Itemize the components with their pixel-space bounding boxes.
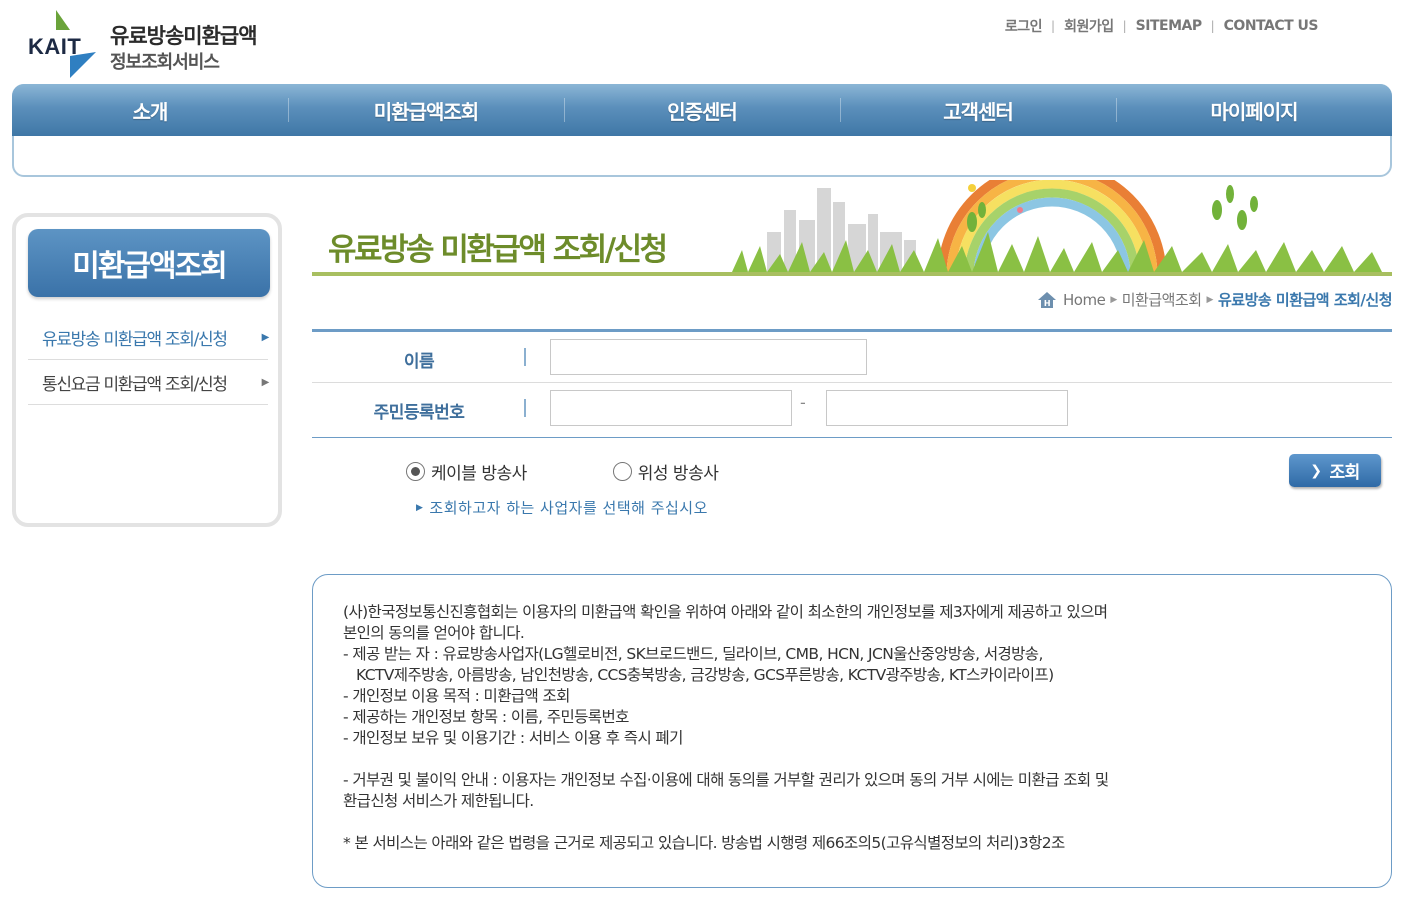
notice-body: (사)한국정보통신진흥협회는 이용자의 미환급액 확인을 위하여 아래와 같이 … bbox=[343, 602, 1373, 854]
notice-line: - 제공 받는 자 : 유료방송사업자(LG헬로비전, SK브로드밴드, 딜라이… bbox=[343, 645, 1043, 663]
radio-satellite-label: 위성 방송사 bbox=[637, 464, 719, 484]
arrow-right-icon: ▶ bbox=[261, 376, 270, 388]
nav-customer-center[interactable]: 고객센터 bbox=[840, 84, 1116, 136]
name-input[interactable] bbox=[550, 339, 867, 375]
form-row-rrn: 주민등록번호 - bbox=[312, 383, 1392, 438]
login-link[interactable]: 로그인 bbox=[1005, 16, 1043, 36]
caret-right-icon: ▶ bbox=[416, 502, 424, 513]
notice-line: - 개인정보 이용 목적 : 미환급액 조회 bbox=[343, 687, 570, 705]
home-icon: H bbox=[1038, 291, 1057, 308]
logo-subtitle: 정보조회서비스 bbox=[110, 52, 220, 73]
nav-auth-center[interactable]: 인증센터 bbox=[564, 84, 840, 136]
broadcaster-type-group: 케이블 방송사 위성 방송사 bbox=[406, 459, 719, 484]
utility-links: 로그인 | 회원가입 | SITEMAP | CONTACT US bbox=[1005, 16, 1319, 36]
rrn-label: 주민등록번호 bbox=[373, 403, 465, 423]
search-button-label: 조회 bbox=[1329, 463, 1360, 483]
main-navigation: 소개 미환급액조회 인증센터 고객센터 마이페이지 bbox=[12, 84, 1392, 136]
nav-mypage[interactable]: 마이페이지 bbox=[1116, 84, 1392, 136]
contact-link[interactable]: CONTACT US bbox=[1224, 18, 1319, 34]
sidebar: 미환급액조회 유료방송 미환급액 조회/신청 ▶ 통신요금 미환급액 조회/신청… bbox=[12, 213, 282, 527]
sidebar-item-paytv-refund[interactable]: 유료방송 미환급액 조회/신청 ▶ bbox=[28, 315, 270, 360]
radio-satellite[interactable]: 위성 방송사 bbox=[612, 459, 719, 484]
sidebar-item-label: 유료방송 미환급액 조회/신청 bbox=[42, 329, 228, 350]
notice-line: KCTV제주방송, 아름방송, 남인천방송, CCS충북방송, 금강방송, GC… bbox=[343, 666, 1054, 684]
chevron-right-icon: ▶ bbox=[1110, 294, 1117, 305]
label-divider bbox=[524, 399, 526, 417]
radio-checked-icon bbox=[406, 462, 425, 481]
sidebar-item-telecom-refund[interactable]: 통신요금 미환급액 조회/신청 ▶ bbox=[28, 360, 270, 405]
breadcrumb-home[interactable]: Home bbox=[1063, 291, 1106, 309]
chevron-right-icon: ❯ bbox=[1310, 462, 1322, 479]
label-divider bbox=[524, 348, 526, 366]
sitemap-link[interactable]: SITEMAP bbox=[1136, 18, 1202, 34]
sidebar-title: 미환급액조회 bbox=[28, 229, 270, 297]
radio-cable-label: 케이블 방송사 bbox=[431, 464, 527, 484]
breadcrumb: H Home ▶ 미환급액조회 ▶ 유료방송 미환급액 조회/신청 bbox=[1037, 289, 1393, 310]
selection-hint: ▶ 조회하고자 하는 사업자를 선택해 주십시오 bbox=[416, 497, 708, 518]
breadcrumb-current: 유료방송 미환급액 조회/신청 bbox=[1217, 291, 1393, 309]
page-banner: 유료방송 미환급액 조회/신청 bbox=[312, 180, 1392, 276]
sidebar-menu: 유료방송 미환급액 조회/신청 ▶ 통신요금 미환급액 조회/신청 ▶ bbox=[28, 315, 270, 405]
logo-title: 유료방송미환급액 bbox=[110, 24, 258, 48]
rrn-dash: - bbox=[800, 393, 806, 412]
name-label: 이름 bbox=[403, 352, 435, 372]
notice-line: - 거부권 및 불이익 안내 : 이용자는 개인정보 수집·이용에 대해 동의를… bbox=[343, 771, 1109, 789]
logo-kait-text: KAIT bbox=[28, 34, 82, 59]
rrn-first-input[interactable] bbox=[550, 390, 792, 426]
sidebar-item-label: 통신요금 미환급액 조회/신청 bbox=[42, 374, 228, 395]
search-button[interactable]: ❯ 조회 bbox=[1289, 454, 1381, 487]
notice-line: - 개인정보 보유 및 이용기간 : 서비스 이용 후 즉시 폐기 bbox=[343, 729, 683, 747]
util-divider: | bbox=[1051, 19, 1056, 33]
notice-line: (사)한국정보통신진흥협회는 이용자의 미환급액 확인을 위하여 아래와 같이 … bbox=[343, 603, 1108, 621]
rrn-second-input[interactable] bbox=[826, 390, 1068, 426]
notice-line: * 본 서비스는 아래와 같은 법령을 근거로 제공되고 있습니다. 방송법 시… bbox=[343, 834, 1065, 852]
page-title: 유료방송 미환급액 조회/신청 bbox=[328, 232, 668, 268]
banner-divider bbox=[312, 272, 1392, 276]
site-logo[interactable]: KAIT 유료방송미환급액 정보조회서비스 bbox=[26, 8, 286, 78]
hint-text: 조회하고자 하는 사업자를 선택해 주십시오 bbox=[429, 499, 708, 517]
chevron-right-icon: ▶ bbox=[1206, 294, 1214, 305]
radio-unchecked-icon bbox=[612, 462, 632, 481]
nav-refund-lookup[interactable]: 미환급액조회 bbox=[288, 84, 564, 136]
notice-spacer bbox=[343, 749, 1373, 770]
util-divider: | bbox=[1122, 19, 1127, 33]
breadcrumb-level1[interactable]: 미환급액조회 bbox=[1122, 289, 1202, 310]
notice-spacer bbox=[343, 812, 1373, 833]
nav-intro[interactable]: 소개 bbox=[12, 84, 288, 136]
notice-line: 본인의 동의를 얻어야 합니다. bbox=[343, 624, 525, 642]
notice-line: 환급신청 서비스가 제한됩니다. bbox=[343, 792, 534, 810]
join-link[interactable]: 회원가입 bbox=[1064, 16, 1114, 36]
arrow-right-icon: ▶ bbox=[261, 331, 270, 343]
privacy-notice: (사)한국정보통신진흥협회는 이용자의 미환급액 확인을 위하여 아래와 같이 … bbox=[312, 574, 1392, 888]
util-divider: | bbox=[1210, 19, 1215, 33]
notice-line: - 제공하는 개인정보 항목 : 이름, 주민등록번호 bbox=[343, 708, 629, 726]
radio-cable[interactable]: 케이블 방송사 bbox=[406, 459, 527, 484]
form-row-name: 이름 bbox=[312, 332, 1392, 383]
svg-text:H: H bbox=[1044, 299, 1050, 308]
